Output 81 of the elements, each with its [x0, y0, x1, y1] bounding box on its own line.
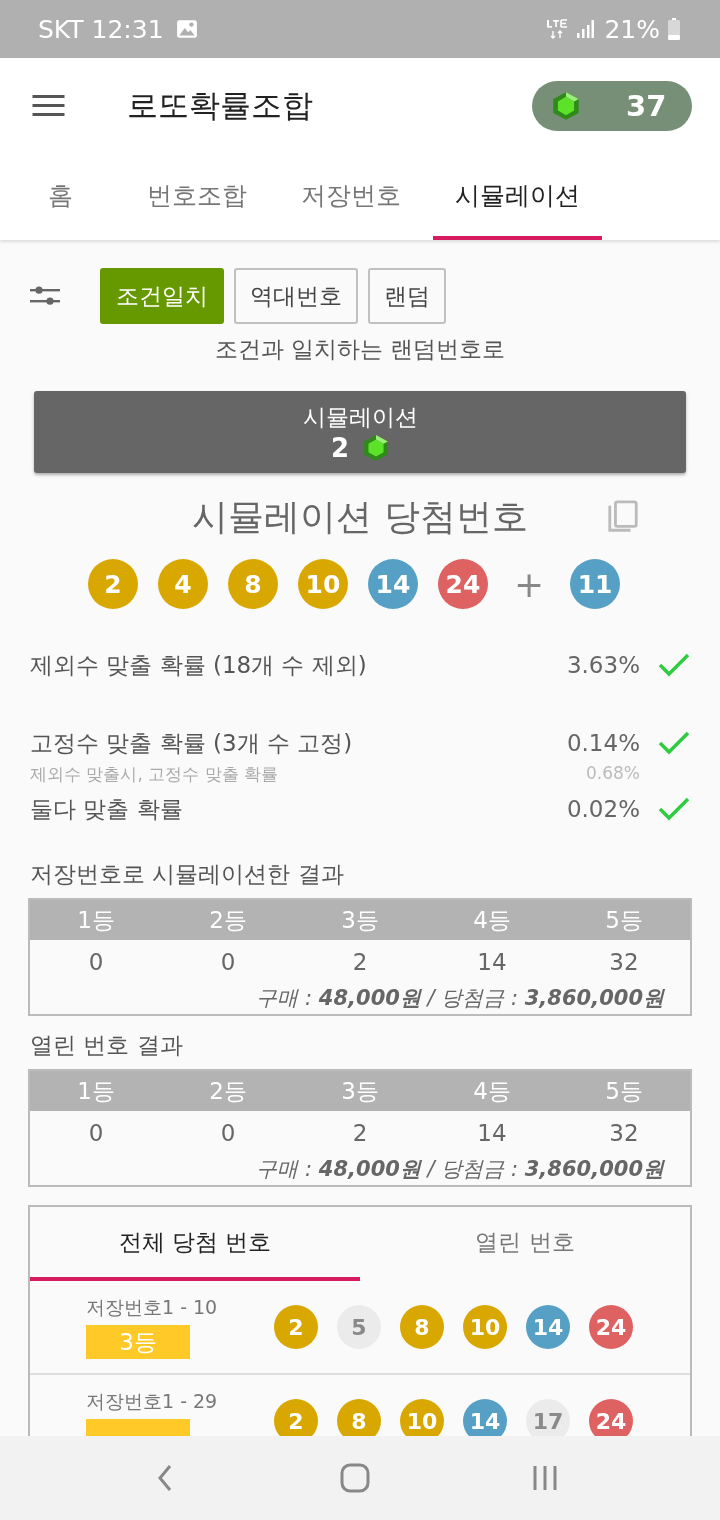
- table-cell-text: 0: [219, 1120, 237, 1146]
- tab[interactable]: 홈: [20, 154, 103, 240]
- table-header: 3등: [340, 1076, 380, 1106]
- table-cell-text: 0: [87, 1120, 105, 1146]
- purchase-summary: 구매 : 48,000원 / 당첨금 : 3,860,000원: [255, 985, 666, 1012]
- tab[interactable]: 번호조합: [125, 154, 269, 240]
- table-header: 5등: [604, 1076, 644, 1106]
- status-time: SKT 12:31: [38, 14, 164, 44]
- battery-percent: 21%: [604, 14, 660, 44]
- image-icon: [175, 19, 198, 39]
- menu-icon[interactable]: [32, 95, 65, 117]
- probability-value: 3.63%: [566, 652, 640, 678]
- table-header: 4등: [472, 905, 512, 935]
- table-cell-text: 2: [351, 1120, 369, 1146]
- tab[interactable]: 전체 당첨 번호: [30, 1207, 360, 1281]
- gem-icon: [552, 91, 580, 121]
- bonus-ball: 11: [570, 559, 621, 609]
- table-cell-text: 0: [87, 949, 105, 975]
- probability-value: 0.02%: [566, 796, 640, 822]
- table-cell-text: 32: [608, 949, 640, 975]
- table-header: 4등: [472, 1076, 512, 1106]
- app-title: 로또확률조합: [127, 86, 313, 125]
- mode-button[interactable]: 조건일치: [100, 268, 224, 324]
- mode-description: 조건과 일치하는 랜덤번호로: [213, 335, 507, 364]
- rank-badge: 3등: [86, 1325, 190, 1359]
- lotto-ball: 4: [157, 559, 208, 609]
- simulate-button[interactable]: 시뮬레이션 2: [34, 391, 686, 473]
- lotto-ball: 24: [589, 1305, 633, 1349]
- tab[interactable]: 저장번호: [279, 154, 423, 240]
- table-header: 2등: [208, 1076, 248, 1106]
- signal-icon: [576, 19, 595, 39]
- tab[interactable]: 열린 번호: [360, 1207, 690, 1281]
- section-title: 시뮬레이션 당첨번호: [192, 494, 528, 539]
- table-cell-text: 32: [608, 1120, 640, 1146]
- note-label: 제외수 맞출시, 고정수 맞출 확률: [29, 763, 280, 786]
- lotto-ball: 2: [87, 559, 138, 609]
- table-header: 1등: [76, 905, 116, 935]
- table-header: 3등: [340, 905, 380, 935]
- mode-button[interactable]: 역대번호: [234, 268, 358, 324]
- lotto-ball: 8: [337, 1399, 381, 1436]
- result-title: 열린 번호 결과: [30, 1031, 184, 1060]
- saved-number-label: 저장번호1 - 29: [86, 1389, 218, 1414]
- lotto-ball: 5: [337, 1305, 381, 1349]
- gem-icon: [363, 433, 390, 462]
- purchase-summary: 구매 : 48,000원 / 당첨금 : 3,860,000원: [255, 1156, 666, 1183]
- table-cell-text: 2: [351, 949, 369, 975]
- result-title: 저장번호로 시뮬레이션한 결과: [30, 860, 345, 889]
- mode-button[interactable]: 랜덤: [368, 268, 446, 324]
- lotto-ball: 24: [437, 559, 488, 609]
- lotto-ball: 2: [274, 1305, 318, 1349]
- probability-value: 0.14%: [566, 730, 640, 756]
- lotto-ball: 10: [400, 1399, 444, 1436]
- tab[interactable]: 시뮬레이션: [433, 154, 602, 240]
- note-value: 0.68%: [586, 763, 640, 785]
- lotto-ball: 24: [589, 1399, 633, 1436]
- lotto-ball: 14: [367, 559, 418, 609]
- lotto-ball: 14: [463, 1399, 507, 1436]
- lte-icon: [546, 18, 569, 40]
- table-cell-text: 14: [476, 949, 508, 975]
- table-header: 2등: [208, 905, 248, 935]
- probability-label: 둘다 맞출 확률: [29, 794, 184, 824]
- table-cell-text: 14: [476, 1120, 508, 1146]
- lotto-ball: 8: [400, 1305, 444, 1349]
- lotto-ball: 10: [463, 1305, 507, 1349]
- battery-icon: [668, 18, 680, 40]
- lotto-ball: 17: [526, 1399, 570, 1436]
- copy-icon[interactable]: [606, 500, 640, 534]
- table-cell-text: 0: [219, 949, 237, 975]
- gem-balance[interactable]: 37: [532, 81, 692, 131]
- lotto-ball: 10: [297, 559, 348, 609]
- probability-label: 고정수 맞출 확률 (3개 수 고정): [29, 728, 354, 758]
- lotto-ball: 14: [526, 1305, 570, 1349]
- saved-number-label: 저장번호1 - 10: [86, 1295, 218, 1320]
- table-header: 5등: [604, 905, 644, 935]
- lotto-ball: 8: [227, 559, 278, 609]
- probability-label: 제외수 맞출 확률 (18개 수 제외): [29, 650, 368, 680]
- home-icon[interactable]: [340, 1463, 370, 1493]
- lotto-ball: 2: [274, 1399, 318, 1436]
- table-header: 1등: [76, 1076, 116, 1106]
- filter-icon[interactable]: [30, 285, 60, 307]
- plus-sign: +: [513, 563, 545, 605]
